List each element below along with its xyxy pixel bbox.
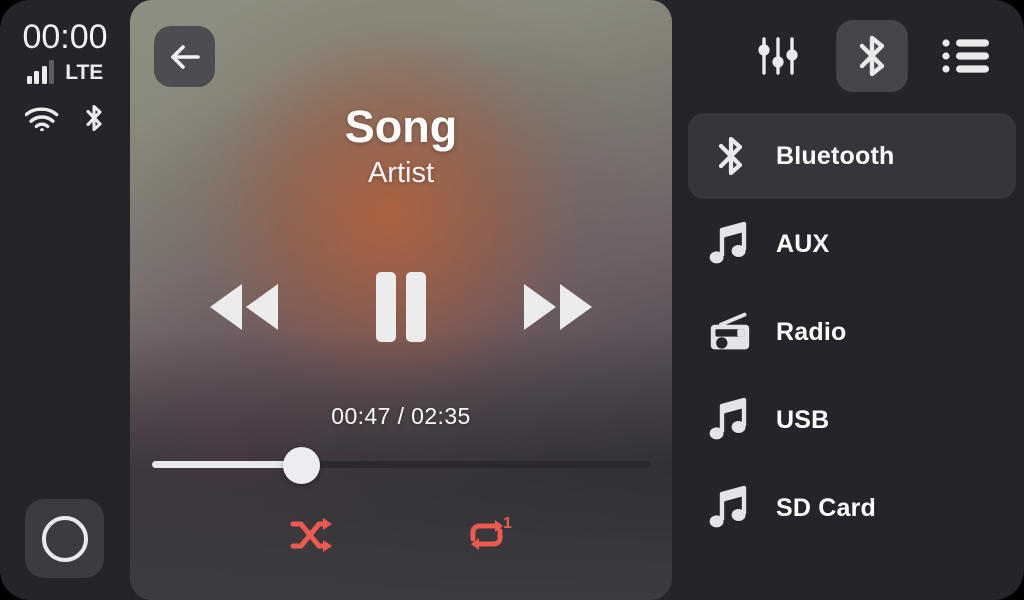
playlist-button[interactable] (930, 20, 1002, 92)
clock: 00:00 (22, 18, 108, 56)
seek-bar[interactable] (152, 447, 650, 484)
source-label: Radio (776, 317, 847, 346)
infotainment-screen: 00:00 LTE Song Artist 00:47 / 02:35 1 Bl… (0, 0, 1024, 600)
previous-button[interactable] (200, 276, 284, 338)
source-item-bluetooth[interactable]: Bluetooth (688, 113, 1016, 199)
seek-fill (152, 461, 302, 468)
transport-controls (130, 268, 672, 346)
wifi-icon (24, 105, 59, 136)
right-panel: Bluetooth AUX Radio USB SD Card (672, 0, 1024, 600)
radio-status (0, 103, 130, 138)
source-item-radio[interactable]: Radio (688, 289, 1016, 375)
playback-modes: 1 (130, 515, 672, 555)
playback-time: 00:47 / 02:35 (331, 403, 471, 429)
fast-forward-icon (524, 284, 592, 330)
list-icon (942, 39, 989, 73)
pause-icon (376, 272, 426, 342)
next-button[interactable] (518, 276, 602, 338)
back-button[interactable] (154, 26, 215, 87)
home-button[interactable] (25, 499, 104, 578)
toolbar (742, 20, 1002, 92)
source-label: USB (776, 405, 830, 434)
status-rail: 00:00 LTE (0, 0, 130, 600)
shuffle-button[interactable] (290, 516, 334, 554)
track-metadata: Song Artist (130, 100, 672, 192)
music-note-icon (709, 485, 751, 531)
source-list: Bluetooth AUX Radio USB SD Card (688, 113, 1016, 553)
equalizer-button[interactable] (742, 20, 814, 92)
bluetooth-toggle-button[interactable] (836, 20, 908, 92)
source-item-sd-card[interactable]: SD Card (688, 465, 1016, 551)
music-note-icon (709, 397, 751, 443)
repeat-one-icon: 1 (470, 515, 512, 550)
shuffle-icon (290, 518, 332, 552)
bluetooth-icon (709, 134, 751, 178)
repeat-one-button[interactable]: 1 (464, 515, 512, 555)
home-circle-icon (41, 515, 88, 562)
music-note-icon (709, 221, 751, 267)
source-item-aux[interactable]: AUX (688, 201, 1016, 287)
network-type-label: LTE (65, 61, 104, 84)
equalizer-icon (758, 37, 798, 75)
repeat-badge-text: 1 (503, 515, 512, 532)
song-artist: Artist (367, 157, 435, 189)
play-pause-button[interactable] (370, 268, 432, 346)
radio-icon (709, 311, 751, 353)
back-arrow-icon (170, 44, 200, 69)
source-label: AUX (776, 229, 830, 258)
network-status: LTE (0, 60, 130, 84)
bluetooth-icon (859, 35, 885, 77)
media-player-panel: Song Artist 00:47 / 02:35 1 (130, 0, 672, 600)
source-label: Bluetooth (776, 141, 895, 170)
rewind-icon (210, 284, 278, 330)
source-label: SD Card (776, 493, 877, 522)
source-item-usb[interactable]: USB (688, 377, 1016, 463)
bluetooth-icon (83, 103, 105, 138)
signal-strength-icon (26, 60, 55, 84)
song-title: Song (344, 101, 458, 152)
